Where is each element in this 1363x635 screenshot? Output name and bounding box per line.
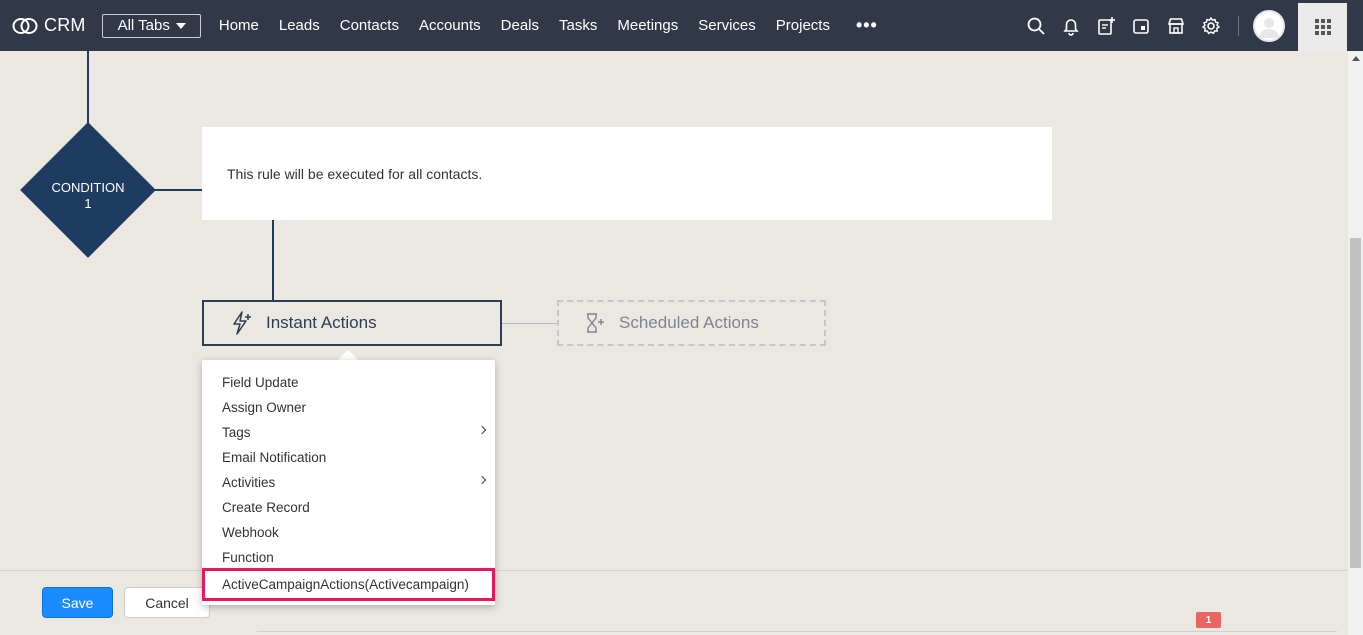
more-tabs-icon[interactable]: ••• bbox=[856, 15, 878, 36]
top-navbar: CRM All Tabs Home Leads Contacts Account… bbox=[0, 0, 1363, 51]
caret-down-icon bbox=[175, 22, 186, 29]
calendar-icon[interactable] bbox=[1123, 0, 1158, 51]
bottom-strip bbox=[257, 631, 1337, 635]
menu-item-create-record[interactable]: Create Record bbox=[202, 495, 495, 520]
flow-connector-actions bbox=[272, 220, 274, 300]
header-divider bbox=[1238, 15, 1239, 36]
menu-item-label: ActiveCampaignActions(Activecampaign) bbox=[222, 577, 469, 592]
marketplace-icon[interactable] bbox=[1158, 0, 1193, 51]
lightning-add-icon bbox=[233, 311, 251, 335]
menu-item-field-update[interactable]: Field Update bbox=[202, 370, 495, 395]
menu-item-label: Email Notification bbox=[222, 450, 327, 465]
tab-home[interactable]: Home bbox=[209, 0, 269, 51]
instant-actions-button[interactable]: Instant Actions bbox=[202, 300, 502, 346]
all-tabs-label: All Tabs bbox=[117, 17, 170, 34]
tab-leads[interactable]: Leads bbox=[269, 0, 330, 51]
header-actions bbox=[1018, 0, 1285, 51]
tab-tasks[interactable]: Tasks bbox=[549, 0, 607, 51]
cancel-button[interactable]: Cancel bbox=[124, 587, 210, 618]
gear-icon[interactable] bbox=[1193, 0, 1228, 51]
crm-logo-icon bbox=[12, 17, 38, 34]
app-name: CRM bbox=[44, 15, 86, 35]
tab-contacts[interactable]: Contacts bbox=[330, 0, 409, 51]
flow-connector-top bbox=[87, 51, 89, 131]
tab-services[interactable]: Services bbox=[688, 0, 766, 51]
menu-pointer bbox=[338, 350, 358, 360]
menu-item-label: Field Update bbox=[222, 375, 299, 390]
tab-accounts[interactable]: Accounts bbox=[409, 0, 491, 51]
scrollbar-thumb[interactable] bbox=[1350, 238, 1361, 568]
tab-projects[interactable]: Projects bbox=[766, 0, 840, 51]
menu-item-email-notification[interactable]: Email Notification bbox=[202, 445, 495, 470]
menu-item-activities[interactable]: Activities bbox=[202, 470, 495, 495]
apps-grid-icon[interactable] bbox=[1298, 3, 1347, 51]
menu-item-webhook[interactable]: Webhook bbox=[202, 520, 495, 545]
module-tabs: Home Leads Contacts Accounts Deals Tasks… bbox=[209, 0, 840, 51]
all-tabs-dropdown[interactable]: All Tabs bbox=[101, 13, 201, 38]
flow-connector-condition bbox=[148, 189, 202, 191]
note-add-icon[interactable] bbox=[1088, 0, 1123, 51]
menu-item-label: Activities bbox=[222, 475, 276, 490]
crm-logo[interactable]: CRM bbox=[12, 15, 86, 36]
menu-item-function[interactable]: Function bbox=[202, 545, 495, 570]
bell-icon[interactable] bbox=[1053, 0, 1088, 51]
scheduled-actions-label: Scheduled Actions bbox=[619, 313, 759, 332]
menu-item-assign-owner[interactable]: Assign Owner bbox=[202, 395, 495, 420]
menu-item-label: Create Record bbox=[222, 500, 310, 515]
notification-badge[interactable]: 1 bbox=[1196, 612, 1221, 628]
menu-item-activecampaign-actions[interactable]: ActiveCampaignActions(Activecampaign) bbox=[202, 568, 495, 601]
search-icon[interactable] bbox=[1018, 0, 1053, 51]
condition-label: CONDITION 1 bbox=[28, 180, 148, 212]
save-button[interactable]: Save bbox=[42, 587, 113, 618]
menu-item-label: Tags bbox=[222, 425, 251, 440]
menu-item-label: Assign Owner bbox=[222, 400, 307, 415]
instant-actions-menu: Field Update Assign Owner Tags Email Not… bbox=[202, 360, 495, 605]
menu-item-label: Webhook bbox=[222, 525, 279, 540]
scroll-up-arrow-icon[interactable] bbox=[1352, 56, 1360, 61]
menu-item-label: Function bbox=[222, 550, 274, 565]
instant-actions-label: Instant Actions bbox=[266, 313, 377, 332]
menu-item-tags[interactable]: Tags bbox=[202, 420, 495, 445]
chevron-right-icon bbox=[477, 425, 487, 435]
user-icon bbox=[1259, 17, 1279, 38]
chevron-right-icon bbox=[477, 475, 487, 485]
condition-title: CONDITION bbox=[51, 180, 125, 195]
hourglass-add-icon bbox=[587, 313, 604, 333]
rule-text: This rule will be executed for all conta… bbox=[227, 165, 483, 182]
scheduled-actions-button[interactable]: Scheduled Actions bbox=[557, 300, 826, 346]
condition-number: 1 bbox=[84, 196, 92, 211]
tab-meetings[interactable]: Meetings bbox=[607, 0, 688, 51]
rule-criteria-box: This rule will be executed for all conta… bbox=[202, 127, 1052, 220]
avatar[interactable] bbox=[1253, 9, 1285, 42]
actions-connector bbox=[502, 323, 558, 324]
tab-deals[interactable]: Deals bbox=[491, 0, 549, 51]
